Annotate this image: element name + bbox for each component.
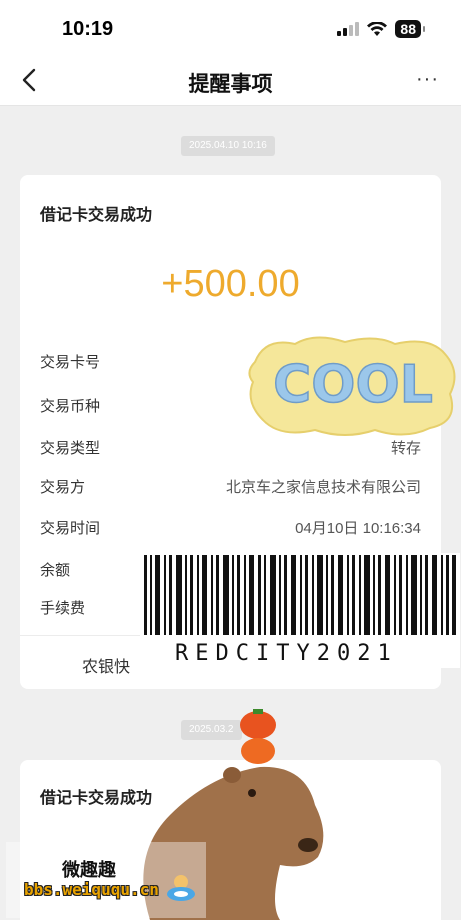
row-label: 交易方 xyxy=(40,479,86,496)
watermark-title: 微趣趣 xyxy=(62,860,116,880)
message-timestamp: 2025.04.10 10:16 xyxy=(181,136,275,156)
row-value: 转存 xyxy=(390,440,421,457)
transaction-amount: +500.00 xyxy=(161,263,300,305)
row-label: 交易币种 xyxy=(40,398,101,415)
card-footer-link[interactable]: 农银快 xyxy=(82,653,130,677)
barcode-label: REDCITY2021 xyxy=(175,641,398,666)
row-label: 交易类型 xyxy=(40,440,101,457)
detail-row-time: 交易时间 04月10日 10:16:34 xyxy=(40,517,421,539)
more-options-icon[interactable]: ··· xyxy=(416,68,439,91)
row-value: 04月10日 10:16:34 xyxy=(295,520,421,537)
detail-row-type: 交易类型 转存 xyxy=(40,437,421,459)
cool-text: COOL xyxy=(273,355,433,415)
row-label: 交易卡号 xyxy=(40,354,101,371)
status-time: 10:19 xyxy=(62,18,114,40)
card-title: 借记卡交易成功 xyxy=(40,207,153,224)
cool-sticker: COOL xyxy=(248,336,456,436)
row-label: 手续费 xyxy=(40,600,86,617)
watermark-url: bbs.weiququ.cn xyxy=(24,880,159,899)
signal-icon xyxy=(337,22,360,36)
nav-bar: 提醒事项 ··· xyxy=(0,56,461,106)
barcode-icon xyxy=(144,555,456,635)
row-label: 交易时间 xyxy=(40,520,101,537)
detail-row-counterparty: 交易方 北京车之家信息技术有限公司 xyxy=(40,476,421,498)
wifi-icon xyxy=(367,21,388,36)
watermark: 微趣趣 bbs.weiququ.cn xyxy=(6,842,206,918)
swimmer-icon xyxy=(167,875,195,901)
row-label: 余额 xyxy=(40,562,71,579)
row-value: 北京车之家信息技术有限公司 xyxy=(225,479,421,496)
page-title: 提醒事项 xyxy=(188,73,273,96)
status-bar: 10:19 88 xyxy=(0,0,461,56)
status-icons: 88 xyxy=(337,20,425,38)
battery-indicator: 88 xyxy=(395,20,425,38)
barcode-sticker: REDCITY2021 xyxy=(140,553,460,668)
